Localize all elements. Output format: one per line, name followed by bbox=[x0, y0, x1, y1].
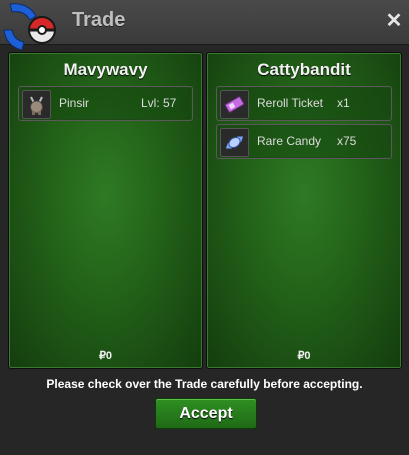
trade-item-reroll-ticket[interactable]: Reroll Ticket x1 bbox=[216, 86, 392, 121]
right-money-offer: ₽0 bbox=[297, 350, 311, 362]
left-trade-panel: Mavywavy Pinsir Lvl: 57 ₽0 bbox=[8, 52, 203, 369]
trade-window: Trade ✕ Mavywavy Pinsir Lvl: 57 ₽0 Catty… bbox=[0, 0, 409, 455]
trade-notice: Please check over the Trade carefully be… bbox=[46, 377, 363, 391]
window-title: Trade bbox=[72, 9, 126, 31]
close-button[interactable]: ✕ bbox=[383, 10, 405, 32]
item-name: Pinsir bbox=[59, 96, 90, 110]
pokeball-logo-icon bbox=[3, 3, 57, 51]
accept-button[interactable]: Accept bbox=[155, 398, 257, 429]
pinsir-sprite-icon bbox=[22, 90, 51, 119]
ticket-icon bbox=[220, 90, 249, 119]
item-quantity: x1 bbox=[337, 96, 350, 110]
left-money-offer: ₽0 bbox=[98, 350, 113, 362]
item-quantity: x75 bbox=[337, 134, 357, 148]
item-level: Lvl: 57 bbox=[141, 96, 177, 110]
right-player-name: Cattybandit bbox=[257, 60, 351, 79]
right-trade-panel: Cattybandit Reroll Ticket x1 Rare Candy … bbox=[206, 52, 402, 369]
item-name: Reroll Ticket bbox=[257, 96, 324, 110]
trade-item-rare-candy[interactable]: Rare Candy x75 bbox=[216, 124, 392, 159]
candy-icon bbox=[220, 128, 249, 157]
item-name: Rare Candy bbox=[257, 134, 322, 148]
trade-item-pinsir[interactable]: Pinsir Lvl: 57 bbox=[18, 86, 193, 121]
left-player-name: Mavywavy bbox=[63, 60, 148, 79]
